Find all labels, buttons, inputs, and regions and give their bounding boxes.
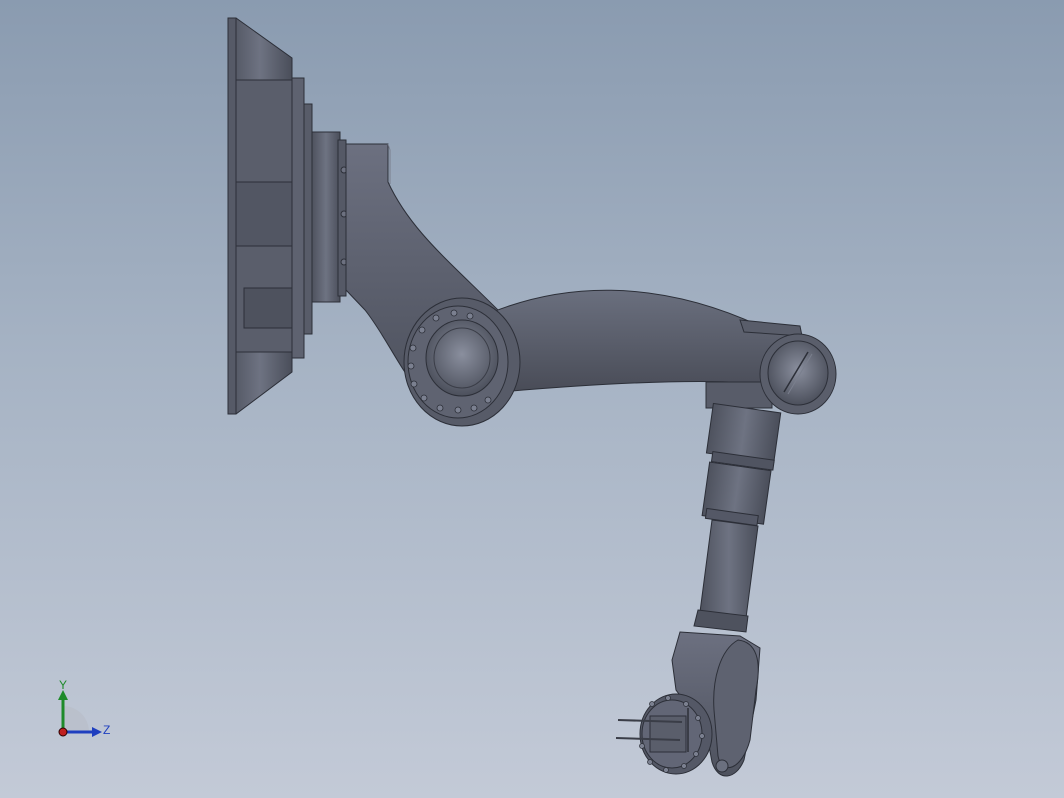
y-axis-label: Y [59,678,67,692]
shoulder-joint [403,297,521,427]
x-axis-origin-dot [58,727,68,737]
graphics-viewport[interactable]: Y Z [0,0,1064,798]
robot-arm-model[interactable] [0,0,1064,798]
forearm [693,402,782,633]
elbow-joint [759,333,837,415]
upper-arm [469,289,807,409]
view-orientation-triad[interactable]: Y Z [50,676,120,746]
z-axis-label: Z [103,723,110,737]
base-flange [227,17,313,415]
z-axis-arrowhead [92,727,102,737]
tool-flange [615,693,713,775]
triad-plane-indicator [63,706,89,732]
turntable [311,131,348,303]
